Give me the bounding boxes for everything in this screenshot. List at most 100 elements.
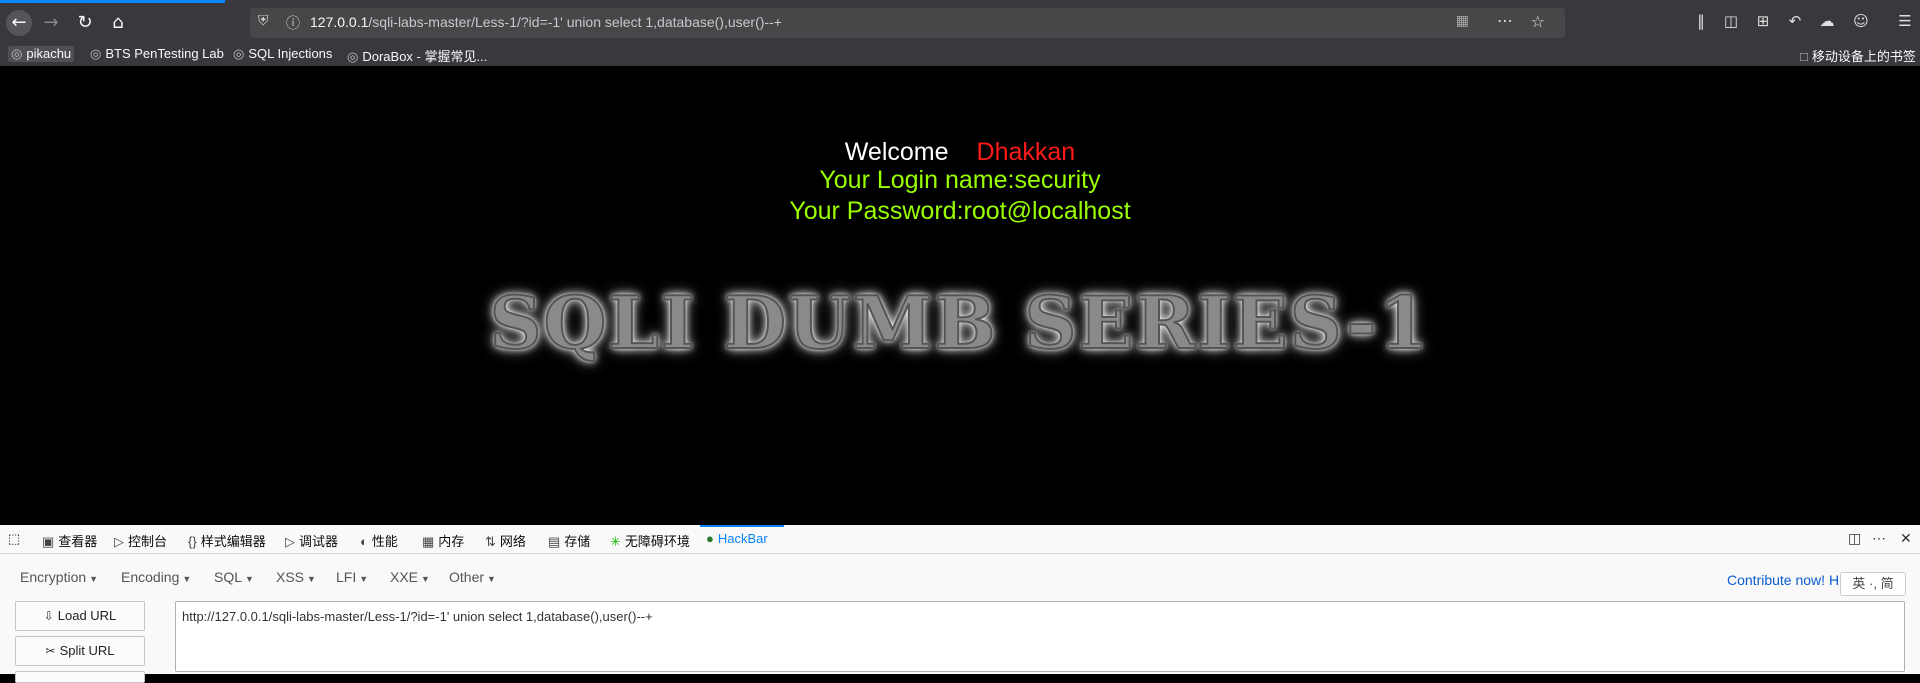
active-tab-underline <box>700 525 784 527</box>
info-icon[interactable]: ⓘ <box>286 13 300 33</box>
url-text[interactable]: 127.0.0.1/sqli-labs-master/Less-1/?id=-1… <box>310 14 782 30</box>
back-icon[interactable]: ← <box>6 10 32 36</box>
extension-icon[interactable]: ☁ <box>1816 12 1838 30</box>
storage-icon: ▤ <box>548 534 561 549</box>
active-tab-indicator <box>0 0 225 3</box>
account-icon[interactable]: ☺ <box>1850 12 1872 30</box>
globe-icon: ◎ <box>11 46 23 61</box>
menu-label: SQL <box>214 569 243 585</box>
folder-icon: □ <box>1800 49 1808 64</box>
url-bar[interactable]: ⛨ ⓘ 127.0.0.1/sqli-labs-master/Less-1/?i… <box>250 8 1565 38</box>
bookmark-label: SQL Injections <box>248 46 333 61</box>
tab-console[interactable]: ▷ 控制台 <box>114 531 167 550</box>
tab-label: 控制台 <box>128 534 168 549</box>
banner-title: SQLI DUMB SERIES-1 <box>489 279 1431 366</box>
tab-hackbar[interactable]: ● HackBar <box>706 531 768 546</box>
chevron-down-icon: ▼ <box>307 574 316 584</box>
tab-debugger[interactable]: ▷ 调试器 <box>285 531 338 550</box>
browser-toolbar: ← → ↻ ⌂ ⛨ ⓘ 127.0.0.1/sqli-labs-master/L… <box>0 0 1920 44</box>
menu-label: XXE <box>390 569 419 585</box>
tab-storage[interactable]: ▤ 存储 <box>548 531 590 550</box>
bookmark-bts[interactable]: ◎ BTS PenTesting Lab <box>90 46 224 62</box>
menu-label: Encoding <box>121 569 180 585</box>
tab-label: 样式编辑器 <box>200 534 266 549</box>
devtools-more-icon[interactable]: ⋯ <box>1872 530 1886 547</box>
bookmark-dorabox[interactable]: ◎ DoraBox - 掌握常见... <box>347 46 487 65</box>
load-url-button[interactable]: ⇩ Load URL <box>15 601 145 631</box>
undo-icon[interactable]: ↶ <box>1784 12 1806 30</box>
gauge-icon: ◐ <box>360 534 368 549</box>
menu-xxe[interactable]: XXE ▼ <box>390 569 430 585</box>
button-label: Load URL <box>57 608 117 623</box>
globe-icon: ◎ <box>233 46 245 61</box>
screenshot-icon[interactable]: ⊞ <box>1752 12 1774 30</box>
chevron-down-icon: ▼ <box>421 574 430 584</box>
tab-label: 无障碍环境 <box>624 534 690 549</box>
tab-label: 存储 <box>564 534 591 549</box>
bookmark-sql-injections[interactable]: ◎ SQL Injections <box>233 46 332 62</box>
menu-lfi[interactable]: LFI ▼ <box>336 569 368 585</box>
welcome-line: Welcome Dhakkan <box>0 138 1920 167</box>
tab-performance[interactable]: ◐ 性能 <box>360 531 398 550</box>
inspector-icon: ▣ <box>42 534 55 549</box>
home-icon[interactable]: ⌂ <box>105 10 131 36</box>
execute-button[interactable] <box>15 671 145 683</box>
split-url-button[interactable]: ✂ Split URL <box>15 636 145 666</box>
element-picker-icon[interactable]: ⬚ <box>8 531 20 547</box>
qr-code-icon[interactable]: ▦ <box>1456 13 1469 29</box>
hackbar-panel: Encryption ▼ Encoding ▼ SQL ▼ XSS ▼ LFI ▼ XXE… <box>0 554 1920 683</box>
hackbar-icon: ● <box>706 531 714 546</box>
bookmark-mobile[interactable]: □ 移动设备上的书签 <box>1800 46 1916 65</box>
scissors-icon: ✂ <box>45 644 56 658</box>
reload-icon[interactable]: ↻ <box>72 10 98 36</box>
login-name-text: Your Login name:security <box>819 166 1101 194</box>
dock-icon[interactable]: ◫ <box>1848 530 1861 547</box>
close-icon[interactable]: ✕ <box>1900 530 1912 547</box>
tab-inspector[interactable]: ▣ 查看器 <box>42 531 97 550</box>
menu-encoding[interactable]: Encoding ▼ <box>121 569 191 585</box>
library-icon[interactable]: ‖ <box>1690 12 1712 30</box>
chevron-down-icon: ▼ <box>359 574 369 584</box>
menu-label: Encryption <box>20 569 87 585</box>
sidebar-icon[interactable]: ◫ <box>1720 12 1742 30</box>
url-path: /sqli-labs-master/Less-1/?id=-1' union s… <box>368 14 782 30</box>
tab-label: 性能 <box>371 534 398 549</box>
bookmark-label: pikachu <box>26 46 72 61</box>
globe-icon: ◎ <box>347 49 359 64</box>
globe-icon: ◎ <box>90 46 102 61</box>
menu-encryption[interactable]: Encryption ▼ <box>20 569 98 585</box>
tab-memory[interactable]: ▦ 内存 <box>422 531 464 550</box>
menu-xss[interactable]: XSS ▼ <box>276 569 316 585</box>
network-icon: ⇅ <box>485 534 496 549</box>
bookmark-label: 移动设备上的书签 <box>1811 49 1916 64</box>
username-text: Dhakkan <box>976 138 1076 166</box>
tab-label: 网络 <box>499 534 526 549</box>
bookmark-pikachu[interactable]: ◎ pikachu <box>8 46 75 62</box>
menu-label: LFI <box>336 569 357 585</box>
page-actions-icon[interactable]: ⋯ <box>1497 11 1513 30</box>
menu-label: Other <box>449 569 485 585</box>
braces-icon: {} <box>188 534 197 549</box>
welcome-text: Welcome <box>844 138 949 166</box>
load-icon: ⇩ <box>43 609 54 623</box>
memory-icon: ▦ <box>422 534 435 549</box>
tab-label: 查看器 <box>58 534 98 549</box>
shield-icon[interactable]: ⛨ <box>258 13 269 29</box>
menu-sql[interactable]: SQL ▼ <box>214 569 254 585</box>
tab-network[interactable]: ⇅ 网络 <box>485 531 526 550</box>
tab-label: HackBar <box>717 531 768 546</box>
bookmark-label: DoraBox - 掌握常见... <box>362 49 488 64</box>
bookmark-label: BTS PenTesting Lab <box>105 46 224 61</box>
chevron-down-icon: ▼ <box>245 574 254 584</box>
url-textarea[interactable]: http://127.0.0.1/sqli-labs-master/Less-1… <box>175 601 1905 672</box>
tab-style-editor[interactable]: {} 样式编辑器 <box>188 531 266 550</box>
menu-icon[interactable]: ☰ <box>1894 12 1916 30</box>
contribute-link[interactable]: Contribute now! H <box>1727 572 1839 588</box>
tab-accessibility[interactable]: ✳ 无障碍环境 <box>610 531 690 550</box>
tab-label: 内存 <box>438 534 465 549</box>
bookmark-star-icon[interactable]: ☆ <box>1531 12 1545 31</box>
tab-label: 调试器 <box>299 534 339 549</box>
button-label: Split URL <box>59 643 115 658</box>
menu-other[interactable]: Other ▼ <box>449 569 496 585</box>
forward-icon[interactable]: → <box>38 10 64 36</box>
